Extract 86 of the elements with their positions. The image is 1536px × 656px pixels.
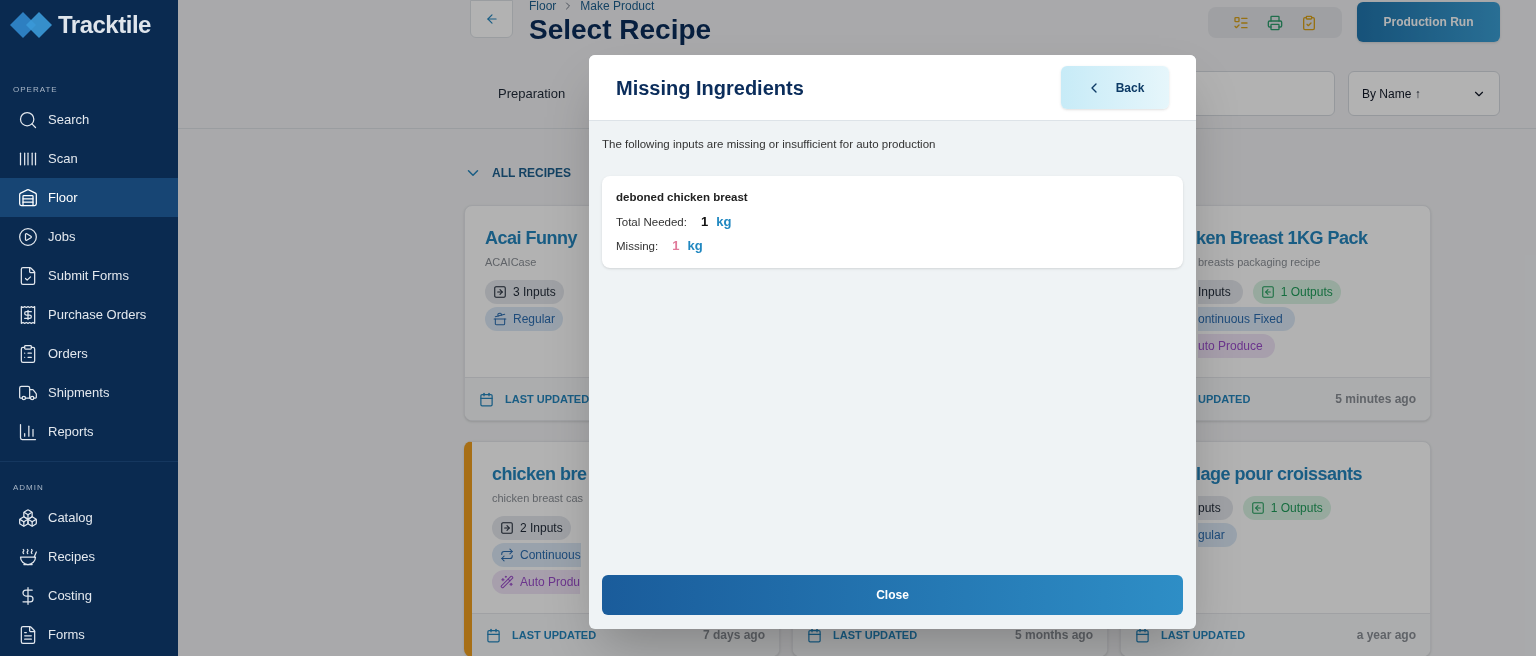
calendar-icon [1135,627,1150,643]
breadcrumb-link[interactable]: Make Product [580,0,655,12]
recipe-title: ken Breast 1KG Pack [1196,227,1368,250]
ingredient-name: deboned chicken breast [616,190,749,206]
bowl-icon [18,546,38,567]
nav-item[interactable]: Costing [0,576,178,615]
unit-label: kg [716,212,732,231]
nav-item[interactable]: Purchase Orders [0,295,178,334]
bar-chart-icon [18,421,38,442]
page-title: Select Recipe [529,13,712,47]
sort-select[interactable]: By Name ↑ [1348,71,1500,116]
nav-item[interactable]: Reports [0,412,178,451]
nav-item[interactable]: Submit Forms [0,256,178,295]
nav-item[interactable]: Catalog [0,498,178,537]
mode-chip: Regular [485,307,564,331]
arrow-out-icon [1260,285,1275,299]
nav-item[interactable]: Scan [0,139,178,178]
printer-icon[interactable] [1267,14,1283,31]
mode-chip: Continuous [492,543,581,567]
nav-item[interactable]: Jobs [0,217,178,256]
updated-time: 5 months ago [1015,627,1093,644]
nav-item[interactable]: Orders [0,334,178,373]
recipe-description: breasts packaging recipe [1198,255,1321,270]
outputs-chip: 1 Outputs [1252,280,1341,304]
unit-label: kg [687,236,703,255]
nav-item[interactable]: Shipments [0,373,178,412]
play-icon [18,226,38,247]
nav-item[interactable]: Floor [0,178,178,217]
recipe-description: ACAICase [485,255,537,270]
arrow-in-icon [500,521,514,535]
recipe-title: lage pour croissants [1196,463,1363,486]
receipt-icon [18,304,38,325]
clipboard-icon[interactable] [1301,14,1317,31]
inputs-chip: 2 Inputs [492,516,571,540]
warehouse-icon [18,187,38,208]
section-heading: OPERATE [12,84,59,96]
updated-time: a year ago [1356,627,1416,644]
pot-icon [493,312,507,326]
clipboard-icon [18,343,38,364]
back-button[interactable]: Back [1061,66,1169,109]
document-icon [18,624,38,645]
calendar-icon [486,627,501,643]
total-needed-label: Total Needed: [616,214,687,230]
repeat-icon [500,548,514,562]
mode-chip: ontinuous Fixed [1198,307,1295,331]
inputs-chip: 3 Inputs [485,280,564,304]
auto-produce-chip: Auto Produ [492,570,581,594]
close-button[interactable]: Close [602,575,1183,615]
wand-icon [500,575,514,589]
dialog-message: The following inputs are missing or insufficient for auto production [602,137,937,152]
breadcrumb-link[interactable]: Floor [529,0,557,12]
last-updated-label: LAST UPDATED [505,391,590,407]
inputs-chip: Inputs [1198,280,1243,304]
dialog-title: Missing Ingredients [616,75,804,101]
missing-value: 1 [672,236,680,255]
last-updated-label: LAST UPDATED [833,627,918,643]
recipe-title: Acai Funny [485,227,577,250]
last-updated-label: LAST UPDATED [512,627,597,643]
group-label: ALL RECIPES [492,165,572,182]
nav-item[interactable]: Recipes [0,537,178,576]
updated-time: 5 minutes ago [1335,391,1416,408]
updated-time: 7 days ago [702,627,765,644]
section-heading: ADMIN [12,482,45,494]
arrow-in-icon [493,285,507,299]
recipe-description: chicken breast cas [492,491,584,506]
total-needed-value: 1 [700,212,709,231]
calendar-icon [807,627,822,643]
arrow-out-icon [1250,501,1265,515]
calendar-icon [479,391,494,407]
auto-produce-chip: uto Produce [1198,334,1275,358]
preparation-tab[interactable]: Preparation [498,83,566,104]
search-icon [18,109,38,130]
missing-label: Missing: [616,238,659,254]
logo-text: Tracktile [58,10,151,40]
boxes-icon [18,507,38,528]
last-updated-label: UPDATED [1198,391,1251,407]
last-updated-label: LAST UPDATED [1161,627,1246,643]
list-icon[interactable] [1233,14,1249,31]
nav-item[interactable]: Forms [0,615,178,654]
document-check-icon [18,265,38,286]
recipe-title: chicken bre [492,463,587,486]
nav-item[interactable]: Search [0,100,178,139]
outputs-chip: 1 Outputs [1242,496,1331,520]
inputs-chip: puts [1198,496,1233,520]
mode-chip: gular [1198,523,1237,547]
back-button[interactable] [470,0,513,38]
